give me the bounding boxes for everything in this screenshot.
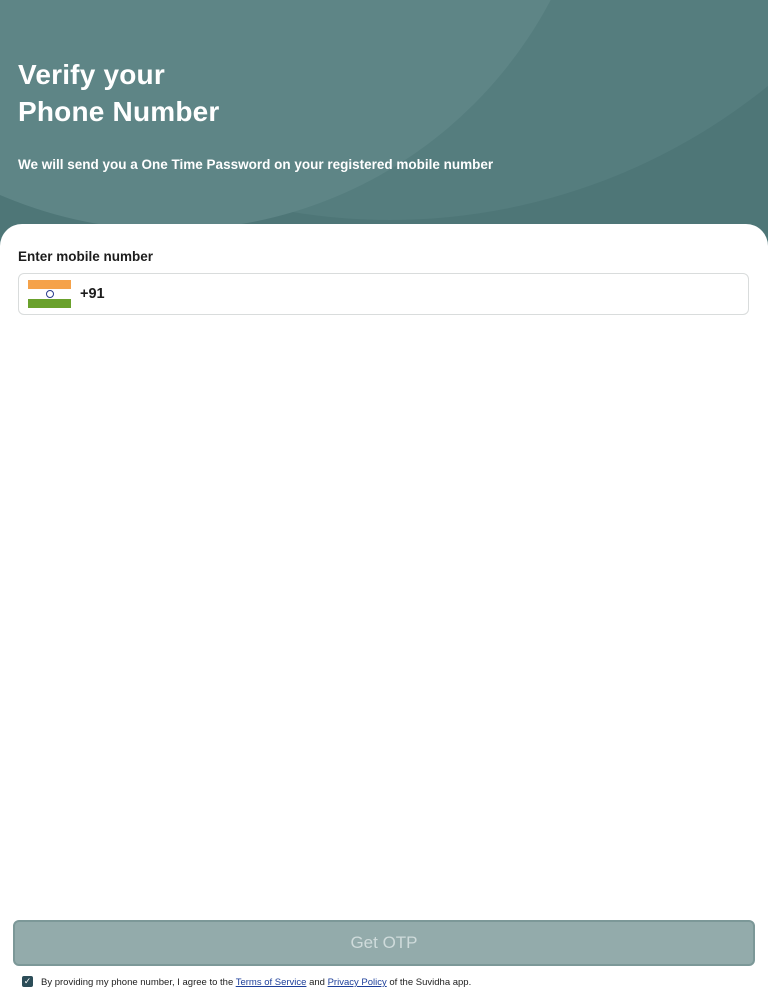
india-flag-icon[interactable] <box>28 280 71 308</box>
terms-text-and: and <box>306 977 328 988</box>
ashoka-chakra-icon <box>45 290 54 298</box>
terms-consent: ✓ By providing my phone number, I agree … <box>22 975 762 991</box>
phone-field[interactable]: +91 <box>18 273 749 315</box>
flag-band-green <box>28 299 71 308</box>
get-otp-button[interactable]: Get OTP <box>13 920 755 966</box>
terms-text-before: By providing my phone number, I agree to… <box>41 977 236 988</box>
header-banner: Verify your Phone Number We will send yo… <box>0 0 768 250</box>
form-sheet: Enter mobile number +91 <box>0 224 768 1007</box>
page-title: Verify your Phone Number <box>18 56 220 130</box>
page-title-line1: Verify your <box>18 59 165 90</box>
country-code[interactable]: +91 <box>80 286 105 302</box>
flag-band-saffron <box>28 280 71 289</box>
page-subtitle: We will send you a One Time Password on … <box>18 157 494 172</box>
page-title-line2: Phone Number <box>18 96 220 127</box>
terms-text: By providing my phone number, I agree to… <box>41 977 471 988</box>
mobile-number-input[interactable] <box>119 279 733 311</box>
terms-text-after: of the Suvidha app. <box>386 977 472 988</box>
privacy-policy-link[interactable]: Privacy Policy <box>328 977 387 988</box>
mobile-number-label: Enter mobile number <box>18 249 154 264</box>
terms-of-service-link[interactable]: Terms of Service <box>236 977 307 988</box>
consent-checkbox[interactable]: ✓ <box>22 976 33 987</box>
